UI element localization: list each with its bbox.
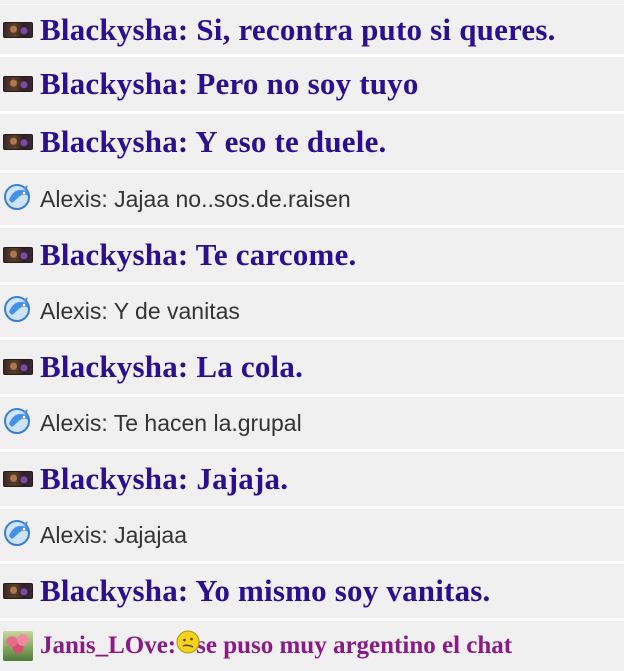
blackysha-avatar-icon [3, 134, 33, 150]
message-text: Alexis: Y de vanitas [40, 297, 240, 324]
message-text: Blackysha: Yo mismo soy vanitas. [40, 573, 491, 608]
chat-message: Blackysha: Te carcome. [0, 228, 624, 282]
chat-message: Alexis: Jajaa no..sos.de.raisen [0, 173, 624, 225]
message-prefix: Janis_LOve: [40, 632, 177, 659]
chat-message: Blackysha: Yo mismo soy vanitas. [0, 564, 624, 618]
blackysha-avatar-icon [3, 583, 33, 599]
blackysha-avatar-icon [3, 76, 33, 92]
confused-smiley-icon [176, 630, 200, 654]
chat-message: Alexis: Te hacen la.grupal [0, 397, 624, 449]
message-text: Blackysha: Te carcome. [40, 237, 357, 272]
chat-message: Alexis: Jajajaa [0, 509, 624, 561]
message-text: Alexis: Jajaa no..sos.de.raisen [40, 185, 351, 212]
chat-log: Blackysha: Si, recontra puto si queres. … [0, 0, 624, 671]
message-text: Blackysha: La cola. [40, 349, 304, 384]
chat-message: Blackysha: Si, recontra puto si queres. [0, 5, 624, 54]
message-text: Blackysha: Y eso te duele. [40, 124, 387, 159]
dolphin-avatar-icon [3, 183, 33, 216]
chat-message: Blackysha: La cola. [0, 340, 624, 394]
message-text: Alexis: Jajajaa [40, 521, 188, 548]
message-text: Blackysha: Pero no soy tuyo [40, 66, 419, 101]
dolphin-avatar-icon [3, 407, 33, 440]
chat-message: Blackysha: Pero no soy tuyo [0, 57, 624, 111]
chat-message: Janis_LOve: se puso muy argentino el cha… [0, 621, 624, 671]
message-text: Blackysha: Si, recontra puto si queres. [40, 11, 556, 47]
blackysha-avatar-icon [3, 359, 33, 375]
chat-message: Alexis: Y de vanitas [0, 285, 624, 337]
previous-message-remnant [0, 0, 624, 4]
message-text: Blackysha: Jajaja. [40, 461, 289, 496]
message-text: se puso muy argentino el chat [196, 632, 513, 659]
dolphin-avatar-icon [3, 295, 33, 328]
chat-message: Blackysha: Jajaja. [0, 452, 624, 506]
blackysha-avatar-icon [3, 471, 33, 487]
chat-message: Blackysha: Y eso te duele. [0, 114, 624, 170]
tulips-avatar-icon [3, 631, 33, 661]
message-text: Alexis: Te hacen la.grupal [40, 409, 302, 436]
blackysha-avatar-icon [3, 21, 33, 38]
blackysha-avatar-icon [3, 247, 33, 263]
dolphin-avatar-icon [3, 519, 33, 552]
